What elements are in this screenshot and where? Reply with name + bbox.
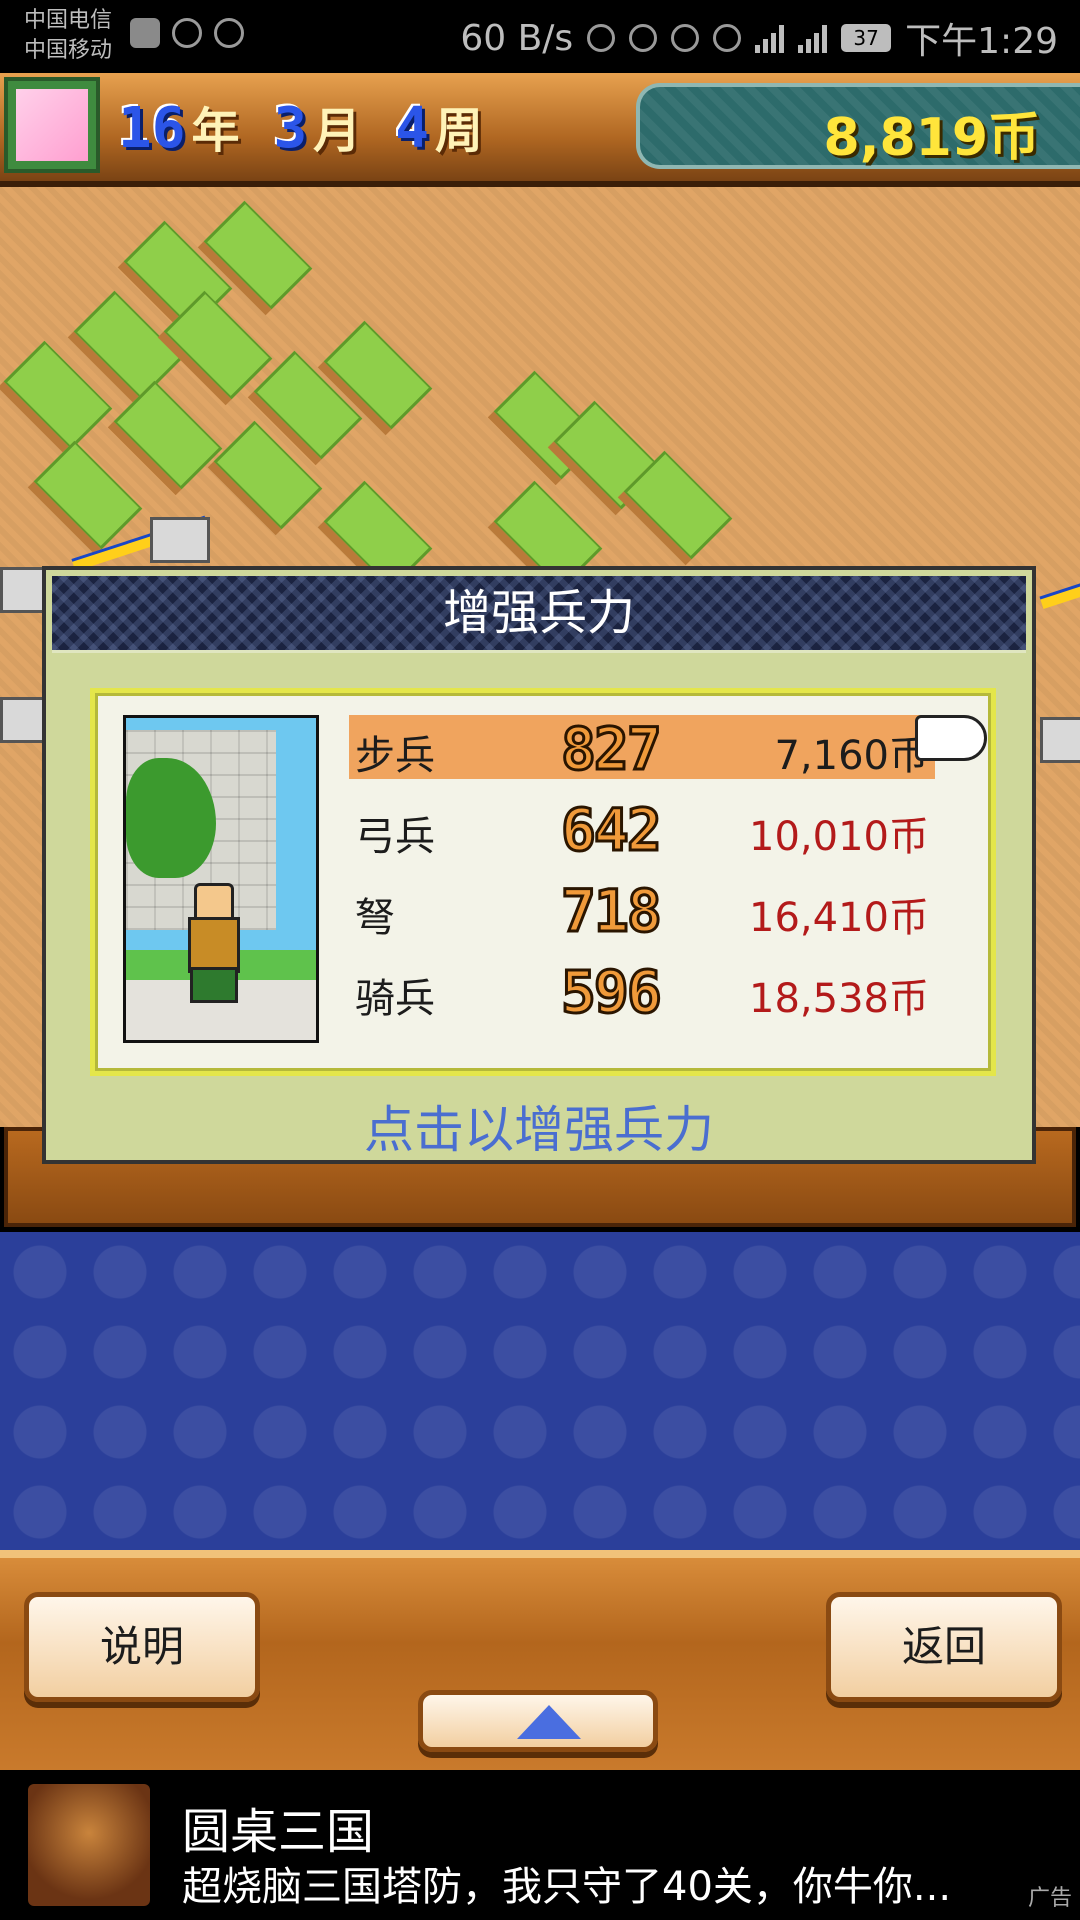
status-bar: 中国电信 中国移动 60 B/s 37 下午1:29 xyxy=(0,0,1080,73)
dialog-title: 增强兵力 xyxy=(52,576,1026,653)
ad-title[interactable]: 圆桌三国 xyxy=(182,1792,374,1862)
grass-tile xyxy=(73,290,183,400)
bottom-panel: 说明 返回 xyxy=(0,1550,1080,1770)
troop-name: 步兵 xyxy=(355,733,435,779)
ruler-portrait[interactable] xyxy=(4,77,100,173)
carrier-labels: 中国电信 中国移动 xyxy=(24,6,112,66)
ad-thumbnail[interactable] xyxy=(28,1784,150,1906)
money-panel: 8,819币 xyxy=(636,83,1080,169)
troop-row-cavalry[interactable]: 骑兵 596 18,538币 xyxy=(349,957,935,1028)
app-notification-icon xyxy=(130,18,160,48)
grass-tile xyxy=(113,380,223,490)
grass-tile xyxy=(3,340,113,450)
swirl-notification-icon xyxy=(172,18,202,48)
notification-icons xyxy=(130,18,244,48)
troop-row-archer[interactable]: 弓兵 642 10,010币 xyxy=(349,795,935,866)
portrait-image xyxy=(16,89,88,161)
ad-label: 广告 xyxy=(1027,1886,1072,1911)
game-header: 16 年 3 月 4 周 8,819币 xyxy=(0,73,1080,187)
pattern-background xyxy=(0,1232,1080,1550)
wifi-icon xyxy=(713,24,742,52)
net-speed: 60 B/s xyxy=(460,17,574,59)
up-arrow-icon xyxy=(517,1705,581,1739)
reinforce-dialog: 增强兵力 步兵 827 7,160币 弓兵 642 10,010币 弩 718 … xyxy=(42,566,1036,1164)
year-number: 16 xyxy=(118,96,186,161)
alarm-icon xyxy=(629,24,658,52)
vibrate-icon xyxy=(587,24,616,52)
battery-icon: 37 xyxy=(841,24,892,52)
clock: 下午1:29 xyxy=(905,21,1058,62)
troop-count: 596 xyxy=(560,957,664,1028)
soldier-legs xyxy=(190,967,238,1003)
ad-banner[interactable]: 圆桌三国 超烧脑三国塔防，我只守了40关，你牛你... 广告 xyxy=(0,1770,1080,1920)
troop-name: 弓兵 xyxy=(355,814,435,860)
signal-2-icon xyxy=(798,23,828,53)
troop-row-crossbow[interactable]: 弩 718 16,410币 xyxy=(349,876,935,947)
year-unit: 年 xyxy=(191,103,240,159)
troop-list: 步兵 827 7,160币 弓兵 642 10,010币 弩 718 16,41… xyxy=(349,714,935,1039)
troop-count: 718 xyxy=(560,876,664,947)
troop-count: 827 xyxy=(560,714,664,785)
help-button[interactable]: 说明 xyxy=(24,1592,260,1702)
soldier-illustration xyxy=(123,715,319,1043)
month-number: 3 xyxy=(273,96,308,161)
ad-text[interactable]: 超烧脑三国塔防，我只守了40关，你牛你... xyxy=(182,1854,1002,1912)
carrier-2: 中国移动 xyxy=(24,38,113,63)
pointing-hand-icon xyxy=(915,715,987,761)
troop-price: 16,410币 xyxy=(749,895,929,941)
troop-panel: 步兵 827 7,160币 弓兵 642 10,010币 弩 718 16,41… xyxy=(90,688,996,1076)
troop-name: 骑兵 xyxy=(355,976,435,1022)
troop-price: 10,010币 xyxy=(749,814,929,860)
troop-price: 18,538币 xyxy=(749,976,929,1022)
castle-icon[interactable] xyxy=(150,517,210,563)
qq-penguin-icon xyxy=(214,18,244,48)
troop-count: 642 xyxy=(560,795,664,866)
signal-1-icon xyxy=(755,23,785,53)
money-amount: 8,819币 xyxy=(823,108,1040,168)
grass-tile xyxy=(33,440,143,550)
week-unit: 周 xyxy=(434,103,483,159)
game-date: 16 年 3 月 4 周 xyxy=(118,91,511,161)
carrier-1: 中国电信 xyxy=(24,8,113,33)
status-right: 60 B/s 37 下午1:29 xyxy=(460,12,1058,64)
road xyxy=(1039,578,1080,609)
castle-icon[interactable] xyxy=(1040,717,1080,763)
soldier-body xyxy=(188,917,240,973)
tap-hint: 点击以增强兵力 xyxy=(364,1101,714,1159)
soldier-sprite xyxy=(176,883,246,1003)
troop-name: 弩 xyxy=(355,895,395,941)
month-unit: 月 xyxy=(313,103,362,159)
week-number: 4 xyxy=(395,96,429,161)
eye-icon xyxy=(671,24,700,52)
back-button[interactable]: 返回 xyxy=(826,1592,1062,1702)
troop-price: 7,160币 xyxy=(774,733,929,779)
scroll-up-button[interactable] xyxy=(418,1690,658,1752)
troop-row-infantry[interactable]: 步兵 827 7,160币 xyxy=(349,714,935,785)
